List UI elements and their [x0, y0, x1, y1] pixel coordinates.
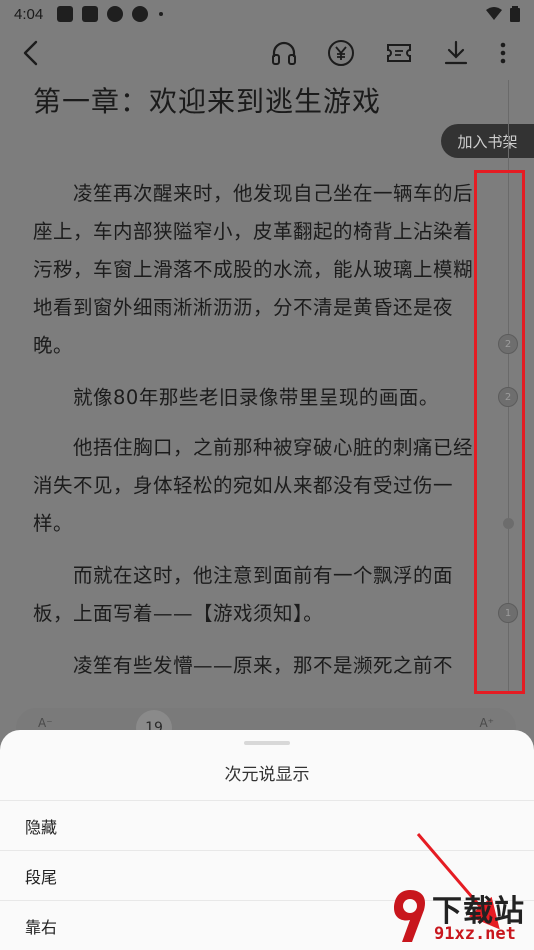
sync-icon-2 [132, 6, 149, 22]
chapter-title: 第一章：欢迎来到逃生游戏 [33, 85, 382, 118]
paragraph-3[interactable]: 他捂住胸口，之前那种被穿破心脏的刺痛已经消失不见，身体轻松的宛如从来都没有受过伤… [33, 429, 473, 543]
status-time: 4:04 [14, 5, 44, 23]
reader-toolbar [0, 28, 534, 78]
headphones-icon [272, 41, 296, 65]
notification-icon [57, 6, 74, 22]
add-to-bookshelf-button[interactable]: 加入书架 [441, 124, 534, 158]
paragraph-1[interactable]: 凌笙再次醒来时，他发现自己坐在一辆车的后座上，车内部狭隘窄小，皮革翻起的椅背上沾… [33, 175, 473, 365]
app-notification-icon [82, 6, 99, 22]
back-button[interactable] [14, 36, 48, 70]
paragraph-4[interactable]: 而就在这时，他注意到面前有一个飘浮的面板，上面写着——【游戏须知】。 [33, 557, 473, 633]
back-arrow-icon [23, 40, 38, 66]
yen-coin-icon [328, 40, 354, 66]
increase-font-button[interactable]: A⁺ [479, 716, 494, 730]
more-notifications-dot-icon [159, 12, 164, 16]
site-watermark: 下载站 91xz.net [392, 886, 534, 950]
download-icon [444, 40, 468, 65]
more-vertical-icon [500, 42, 506, 64]
decrease-font-button[interactable]: A⁻ [38, 716, 53, 730]
watermark-logo-icon [394, 890, 426, 942]
sheet-title: 次元说显示 [224, 765, 310, 785]
sheet-drag-handle[interactable] [244, 741, 290, 745]
paragraph-2[interactable]: 就像80年那些老旧录像带里呈现的画面。 [33, 379, 473, 417]
sync-icon [107, 6, 124, 22]
download-button[interactable] [439, 36, 473, 70]
battery-icon [510, 6, 520, 22]
paragraph-5[interactable]: 凌笙有些发懵——原来，那不是濒死之前不 [33, 647, 473, 685]
wifi-icon [486, 7, 502, 20]
ticket-icon [387, 44, 411, 62]
status-bar: 4:04 [0, 0, 534, 28]
highlight-box-annotation [474, 170, 525, 694]
option-hide[interactable]: 隐藏 [0, 800, 534, 850]
ticket-button[interactable] [382, 36, 416, 70]
recharge-button[interactable] [324, 36, 358, 70]
listen-button[interactable] [267, 36, 301, 70]
watermark-url: 91xz.net [434, 924, 516, 944]
more-button[interactable] [486, 36, 520, 70]
